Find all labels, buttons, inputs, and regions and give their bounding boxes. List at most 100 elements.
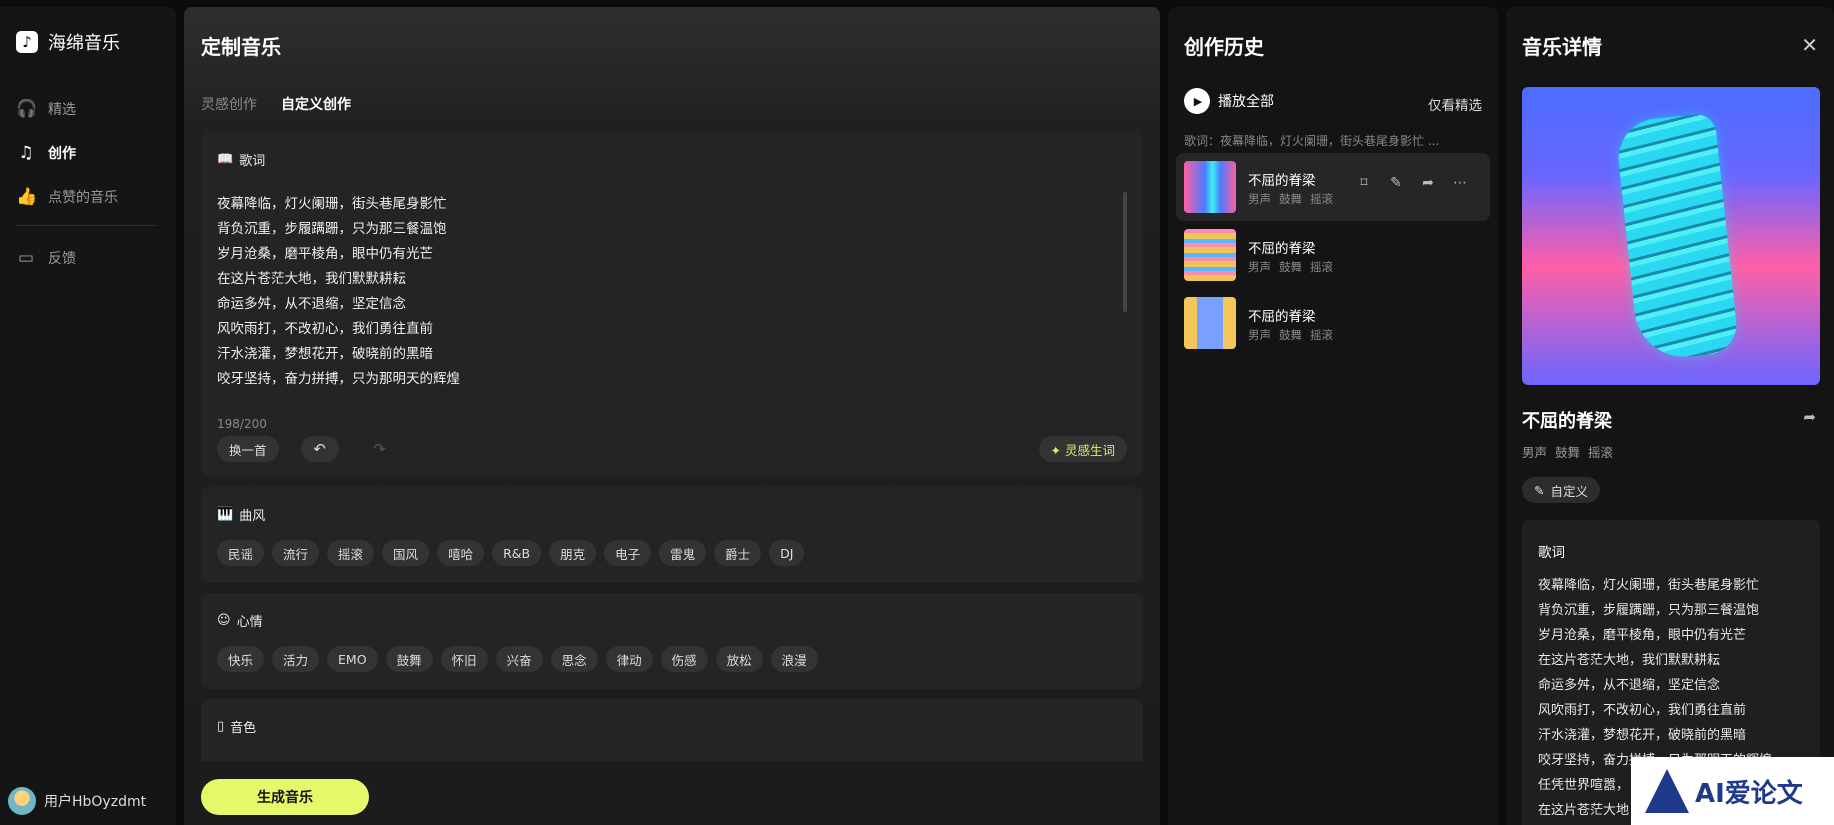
play-icon: ▶ <box>1184 88 1210 114</box>
brand-name: 海绵音乐 <box>48 33 120 54</box>
style-tag[interactable]: 嘻哈 <box>437 540 485 566</box>
history-title: 创作历史 <box>1184 35 1264 59</box>
history-panel: 创作历史 ▶ 播放全部 仅看精选 歌词：夜幕降临，灯火阑珊，街头巷尾身影忙 ..… <box>1168 7 1498 825</box>
style-tag[interactable]: 民谣 <box>217 540 265 566</box>
song-tag: 鼓舞 <box>1279 192 1302 206</box>
watermark-text: AI爱论文 <box>1695 778 1803 809</box>
song-tags: 男声 鼓舞 摇滚 <box>1248 327 1333 343</box>
mood-tag[interactable]: 快乐 <box>217 646 265 672</box>
lyrics-card: 📖 歌词 夜幕降临，灯火阑珊，街头巷尾身影忙 背负沉重，步履蹒跚，只为那三餐温饱… <box>201 132 1143 477</box>
page-title: 定制音乐 <box>201 35 281 59</box>
mood-tag[interactable]: 思念 <box>550 646 598 672</box>
timbre-card: ▯ 音色 <box>201 699 1143 769</box>
lyric-line: 夜幕降临，灯火阑珊，街头巷尾身影忙 <box>1538 578 1760 593</box>
song-tag: 男声 <box>1248 260 1271 274</box>
feedback-icon: ▭ <box>17 247 35 268</box>
sidebar-item-feedback[interactable]: ▭ 反馈 <box>16 236 158 280</box>
mood-tag[interactable]: 浪漫 <box>770 646 818 672</box>
customize-button[interactable]: ✎ 自定义 <box>1522 477 1600 503</box>
list-item[interactable]: 不屈的脊梁 男声 鼓舞 摇滚 <box>1176 289 1490 357</box>
detail-tags: 男声 鼓舞 摇滚 <box>1522 442 1613 461</box>
bookmark-icon[interactable]: ⌑ <box>1356 175 1372 191</box>
timbre-label: 音色 <box>230 721 257 736</box>
redo-icon[interactable]: ↷ <box>361 436 399 462</box>
mood-tag[interactable]: 律动 <box>605 646 653 672</box>
lyrics-label: 歌词 <box>239 154 266 169</box>
watermark: AI爱论文 <box>1631 757 1834 825</box>
style-tag[interactable]: 摇滚 <box>327 540 375 566</box>
swap-lyrics-button[interactable]: 换一首 <box>217 436 279 462</box>
mood-tag[interactable]: 放松 <box>715 646 763 672</box>
lyric-line: 风吹雨打，不改初心，我们勇往直前 <box>1538 703 1747 718</box>
inspire-lyrics-button[interactable]: ✦ 灵感生词 <box>1038 436 1127 462</box>
style-tag[interactable]: R&B <box>492 540 542 566</box>
tab-custom[interactable]: 自定义创作 <box>281 94 351 114</box>
character-counter: 198/200 <box>217 417 267 431</box>
list-item[interactable]: 不屈的脊梁 男声 鼓舞 摇滚 ⌑ ✎ ➦ ⋯ <box>1176 153 1490 221</box>
play-all-label: 播放全部 <box>1218 94 1274 110</box>
play-all-button[interactable]: ▶ 播放全部 <box>1184 88 1274 114</box>
sidebar-item-create[interactable]: ♫ 创作 <box>16 131 158 175</box>
mood-tag[interactable]: 兴奋 <box>495 646 543 672</box>
mood-tag[interactable]: 伤感 <box>660 646 708 672</box>
mood-tag[interactable]: 怀旧 <box>440 646 488 672</box>
music-detail-panel: 音乐详情 ✕ 不屈的脊梁 ➦ 男声 鼓舞 摇滚 ✎ 自定义 歌词 夜幕降临，灯火… <box>1506 7 1834 825</box>
song-tag: 摇滚 <box>1588 445 1614 460</box>
tab-inspiration[interactable]: 灵感创作 <box>201 94 257 114</box>
share-icon[interactable]: ➦ <box>1803 408 1816 426</box>
sidebar-item-label: 创作 <box>48 146 76 162</box>
history-list: 不屈的脊梁 男声 鼓舞 摇滚 ⌑ ✎ ➦ ⋯ 不屈的脊梁 男声 鼓舞 摇滚 不屈… <box>1176 153 1490 357</box>
sidebar-item-featured[interactable]: 🎧 精选 <box>16 87 158 131</box>
mood-tags: 快乐 活力 EMO 鼓舞 怀旧 兴奋 思念 律动 伤感 放松 浪漫 <box>217 646 818 672</box>
song-tag: 男声 <box>1248 192 1271 206</box>
style-label: 曲风 <box>239 509 266 524</box>
edit-icon[interactable]: ✎ <box>1388 175 1404 191</box>
style-card: 🎹 曲风 民谣 流行 摇滚 国风 嘻哈 R&B 朋克 电子 雷鬼 爵士 DJ <box>201 487 1143 583</box>
sidebar-item-liked[interactable]: 👍 点赞的音乐 <box>16 175 158 219</box>
song-title: 不屈的脊梁 <box>1248 309 1316 325</box>
album-cover <box>1522 87 1820 385</box>
mood-tag[interactable]: 鼓舞 <box>385 646 433 672</box>
lyric-line: 汗水浇灌，梦想花开，破晓前的黑暗 <box>217 346 433 362</box>
style-tag[interactable]: 流行 <box>272 540 320 566</box>
undo-icon[interactable]: ↶ <box>300 436 339 462</box>
style-tag[interactable]: 爵士 <box>714 540 762 566</box>
list-item[interactable]: 不屈的脊梁 男声 鼓舞 摇滚 <box>1176 221 1490 289</box>
song-cover <box>1184 229 1236 281</box>
song-cover <box>1184 161 1236 213</box>
mood-card: ☺ 心情 快乐 活力 EMO 鼓舞 怀旧 兴奋 思念 律动 伤感 放松 浪漫 <box>201 593 1143 689</box>
smile-icon: ☺ <box>217 613 231 628</box>
song-title: 不屈的脊梁 <box>1522 411 1612 432</box>
lyric-line: 在这片苍茫大地，我们默默耕耘 <box>1538 653 1721 668</box>
mood-label: 心情 <box>236 615 263 630</box>
style-tag[interactable]: 朋克 <box>549 540 597 566</box>
featured-only-toggle[interactable]: 仅看精选 <box>1428 94 1482 114</box>
edit-icon: ✎ <box>1534 482 1545 498</box>
style-tag[interactable]: 电子 <box>604 540 652 566</box>
brand[interactable]: ♪ 海绵音乐 <box>16 29 120 55</box>
style-tag[interactable]: 国风 <box>382 540 430 566</box>
close-icon[interactable]: ✕ <box>1801 35 1818 55</box>
song-tag: 男声 <box>1522 445 1548 460</box>
mood-section-title: ☺ 心情 <box>217 611 263 630</box>
customize-label: 自定义 <box>1550 483 1588 499</box>
style-tag[interactable]: 雷鬼 <box>659 540 707 566</box>
song-tag: 鼓舞 <box>1555 445 1581 460</box>
mood-tag[interactable]: EMO <box>327 646 378 672</box>
sidebar-item-label: 精选 <box>48 102 76 118</box>
sidebar: ♪ 海绵音乐 🎧 精选 ♫ 创作 👍 点赞的音乐 ▭ 反馈 用户HbOyzdmt <box>0 7 176 825</box>
song-tag: 摇滚 <box>1310 328 1333 342</box>
thumbs-up-icon: 👍 <box>16 186 38 207</box>
timbre-section-title: ▯ 音色 <box>217 717 256 736</box>
style-tags: 民谣 流行 摇滚 国风 嘻哈 R&B 朋克 电子 雷鬼 爵士 DJ <box>217 540 805 566</box>
mood-tag[interactable]: 活力 <box>272 646 320 672</box>
generate-music-button[interactable]: 生成音乐 <box>201 779 369 815</box>
lyrics-editor[interactable]: 夜幕降临，灯火阑珊，街头巷尾身影忙 背负沉重，步履蹒跚，只为那三餐温饱 岁月沧桑… <box>217 192 1107 392</box>
style-tag[interactable]: DJ <box>769 540 805 566</box>
piano-icon: 🎹 <box>217 507 234 522</box>
user-profile[interactable]: 用户HbOyzdmt <box>8 787 146 815</box>
watermark-logo-icon <box>1645 769 1689 813</box>
lyrics-scrollbar[interactable] <box>1123 192 1127 312</box>
more-icon[interactable]: ⋯ <box>1452 175 1468 191</box>
share-icon[interactable]: ➦ <box>1420 175 1436 191</box>
